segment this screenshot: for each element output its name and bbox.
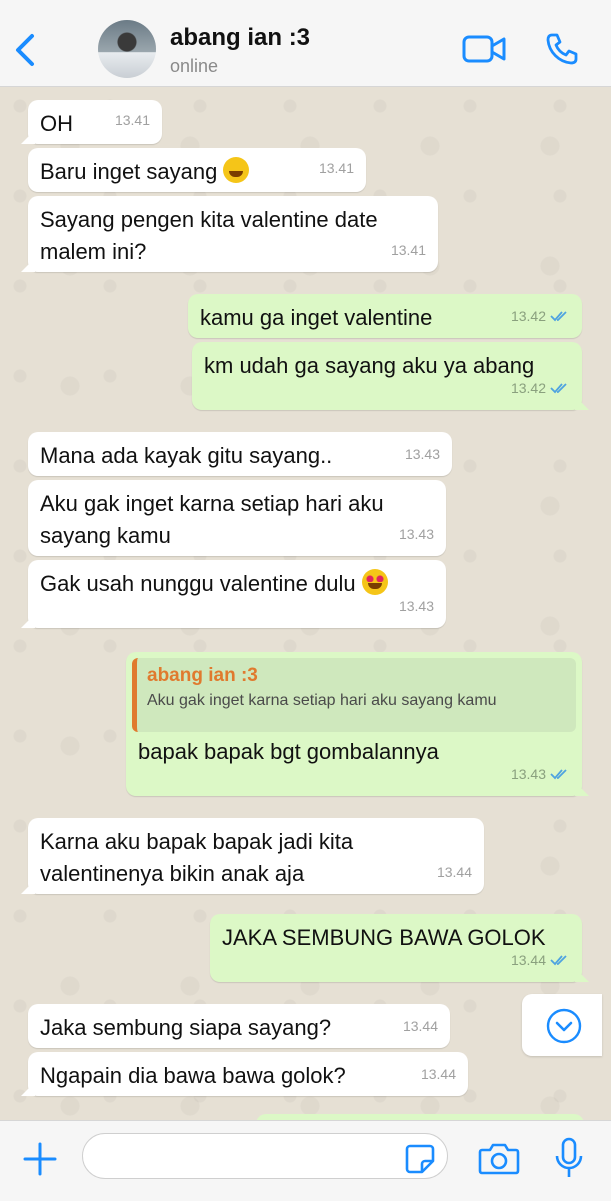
message-time: 13.44	[511, 944, 570, 976]
message-input-bar	[0, 1120, 611, 1201]
video-call-icon[interactable]	[462, 34, 506, 64]
grinning-sweat-emoji-icon	[223, 157, 250, 183]
message-time: 13.43	[511, 758, 570, 790]
message-input[interactable]	[82, 1133, 448, 1179]
message-time: 13.43	[404, 446, 440, 462]
message-time: 13.43	[398, 598, 434, 614]
chevron-down-circle-icon	[546, 1008, 582, 1044]
message-text: Mana ada kayak gitu sayang..	[40, 443, 333, 468]
contact-status: online	[170, 56, 219, 76]
message-time: 13.44	[402, 1018, 438, 1034]
heart-eyes-emoji-icon	[361, 569, 388, 595]
message-text: OH	[40, 111, 73, 136]
message-time: 13.41	[390, 242, 426, 258]
message-time: 13.44	[436, 864, 472, 880]
phone-call-icon[interactable]	[545, 32, 579, 66]
message-bubble-outgoing[interactable]: km udah ga sayang aku ya abang 13.42	[192, 342, 582, 410]
message-bubble-incoming[interactable]: Karna aku bapak bapak jadi kita valentin…	[28, 818, 484, 894]
message-time-text: 13.42	[510, 380, 546, 396]
quoted-reply-author: abang ian :3	[147, 665, 258, 686]
sticker-icon[interactable]	[404, 1143, 436, 1175]
back-chevron-icon[interactable]	[10, 30, 40, 70]
message-text: Baru inget sayang	[40, 159, 218, 184]
camera-icon[interactable]	[478, 1141, 520, 1175]
scroll-to-bottom-button[interactable]	[522, 994, 602, 1056]
message-text: Aku gak inget karna setiap hari aku saya…	[40, 491, 384, 548]
read-double-tick-icon	[550, 311, 567, 322]
message-bubble-incoming[interactable]: Baru inget sayang 13.41	[28, 148, 366, 192]
read-double-tick-icon	[550, 769, 567, 780]
message-time-text: 13.44	[510, 952, 546, 968]
message-text: JAKA SEMBUNG BAWA GOLOK	[222, 925, 546, 950]
message-time: 13.43	[398, 526, 434, 542]
message-text: Karna aku bapak bapak jadi kita valentin…	[40, 829, 354, 886]
message-time: 13.42	[511, 372, 570, 404]
message-text: kamu ga inget valentine	[200, 305, 433, 330]
message-bubble-incoming[interactable]: Aku gak inget karna setiap hari aku saya…	[28, 480, 446, 556]
message-bubble-outgoing[interactable]: JAKA SEMBUNG BAWA GOLOK 13.44	[210, 914, 582, 982]
message-bubble-incoming[interactable]: OH 13.41	[28, 100, 162, 144]
plus-icon[interactable]	[22, 1141, 58, 1177]
avatar[interactable]	[98, 20, 156, 78]
message-bubble-outgoing-reply[interactable]: abang ian :3 Aku gak inget karna setiap …	[126, 652, 582, 796]
read-double-tick-icon	[550, 383, 567, 394]
message-time: 13.41	[114, 112, 150, 128]
message-text: Ngapain dia bawa bawa golok?	[40, 1063, 346, 1088]
quoted-reply-text: Aku gak inget karna setiap hari aku saya…	[147, 692, 497, 709]
microphone-icon[interactable]	[554, 1137, 584, 1179]
message-time: 13.44	[420, 1066, 456, 1082]
message-text: bapak bapak bgt gombalannya	[138, 739, 439, 764]
chat-header: abang ian :3 online	[0, 0, 611, 87]
message-bubble-incoming[interactable]: Jaka sembung siapa sayang? 13.44	[28, 1004, 450, 1048]
message-text: Jaka sembung siapa sayang?	[40, 1015, 332, 1040]
read-double-tick-icon	[550, 955, 567, 966]
contact-name[interactable]: abang ian :3	[170, 24, 310, 52]
message-text: km udah ga sayang aku ya abang	[204, 353, 535, 378]
message-bubble-incoming[interactable]: Gak usah nunggu valentine dulu 13.43	[28, 560, 446, 628]
message-bubble-incoming[interactable]: Mana ada kayak gitu sayang.. 13.43	[28, 432, 452, 476]
message-bubble-incoming[interactable]: Sayang pengen kita valentine date malem …	[28, 196, 438, 272]
message-time: 13.41	[318, 160, 354, 176]
message-time: 13.42	[511, 300, 570, 332]
quoted-reply[interactable]: abang ian :3 Aku gak inget karna setiap …	[132, 658, 576, 732]
message-bubble-outgoing[interactable]: kamu ga inget valentine 13.42	[188, 294, 582, 338]
message-text: Gak usah nunggu valentine dulu	[40, 571, 356, 596]
message-bubble-incoming[interactable]: Ngapain dia bawa bawa golok? 13.44	[28, 1052, 468, 1096]
message-text: Sayang pengen kita valentine date malem …	[40, 207, 378, 264]
message-time-text: 13.43	[510, 766, 546, 782]
message-time-text: 13.42	[510, 308, 546, 324]
